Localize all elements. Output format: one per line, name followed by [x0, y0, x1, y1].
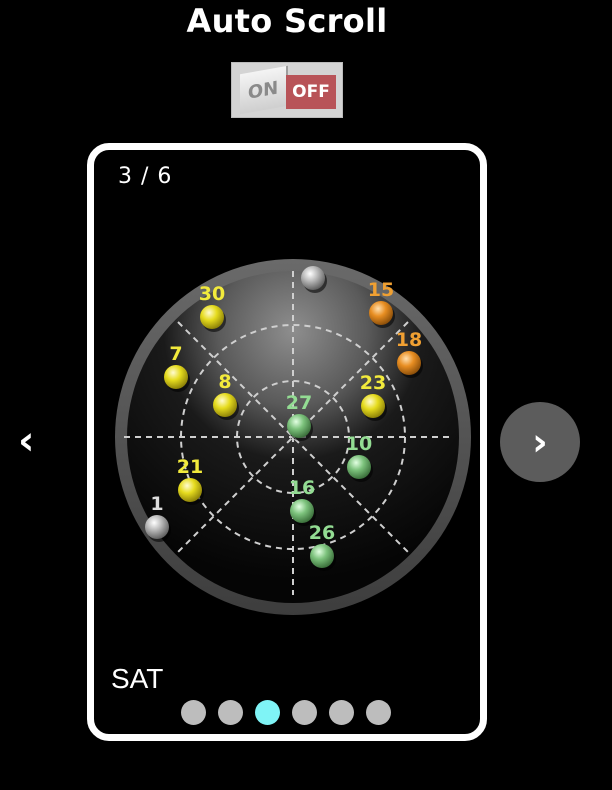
satellite-marker	[164, 365, 188, 389]
slide-caption: SAT	[111, 663, 164, 694]
satellite-marker	[397, 351, 421, 375]
page-title: Auto Scroll	[186, 2, 388, 40]
toggle-off-label: OFF	[286, 75, 336, 109]
satellite-label: 23	[360, 372, 386, 394]
satellite-marker	[361, 394, 385, 418]
satellite-marker	[347, 455, 371, 479]
satellite-label: 21	[177, 456, 203, 478]
satellite-label: 27	[286, 392, 312, 414]
auto-scroll-toggle[interactable]: ON OFF	[231, 62, 343, 118]
satellite-marker	[287, 414, 311, 438]
satellite-marker	[290, 499, 314, 523]
satellite-label: 30	[199, 283, 225, 305]
satellite-marker	[310, 544, 334, 568]
previous-slide-icon[interactable]: ‹	[18, 418, 34, 464]
satellite-marker	[301, 266, 325, 290]
pagination-dot[interactable]	[218, 700, 243, 725]
pagination-dot[interactable]	[366, 700, 391, 725]
pagination-dots	[181, 700, 391, 725]
satellite-label: 16	[289, 477, 315, 499]
next-slide-button[interactable]: ›	[500, 402, 580, 482]
satellite-marker	[213, 393, 237, 417]
satellite-label: 26	[309, 522, 335, 544]
satellite-label: 8	[218, 371, 231, 393]
satellite-marker	[369, 301, 393, 325]
satellite-label: 15	[368, 279, 394, 301]
page: Auto Scroll ON OFF ‹ 30 7 8 21 23 15 18 …	[0, 0, 612, 790]
slide-counter: 3 / 6	[118, 164, 173, 189]
slide-card: 30 7 8 21 23 15 18 27 10 16 26 1 3 / 6 SAT	[87, 143, 487, 741]
satellite-label: 18	[396, 329, 422, 351]
satellite-label: 1	[150, 493, 163, 515]
pagination-dot[interactable]	[292, 700, 317, 725]
satellite-marker	[145, 515, 169, 539]
satellite-label: 7	[169, 343, 182, 365]
satellite-label: 10	[346, 433, 372, 455]
toggle-on-label: ON	[240, 65, 288, 115]
satellite-sky-plot: 30 7 8 21 23 15 18 27 10 16 26 1	[115, 259, 471, 615]
satellite-marker	[200, 305, 224, 329]
pagination-dot[interactable]	[329, 700, 354, 725]
pagination-dot[interactable]	[255, 700, 280, 725]
satellite-marker	[178, 478, 202, 502]
pagination-dot[interactable]	[181, 700, 206, 725]
chevron-right-icon: ›	[532, 420, 548, 464]
